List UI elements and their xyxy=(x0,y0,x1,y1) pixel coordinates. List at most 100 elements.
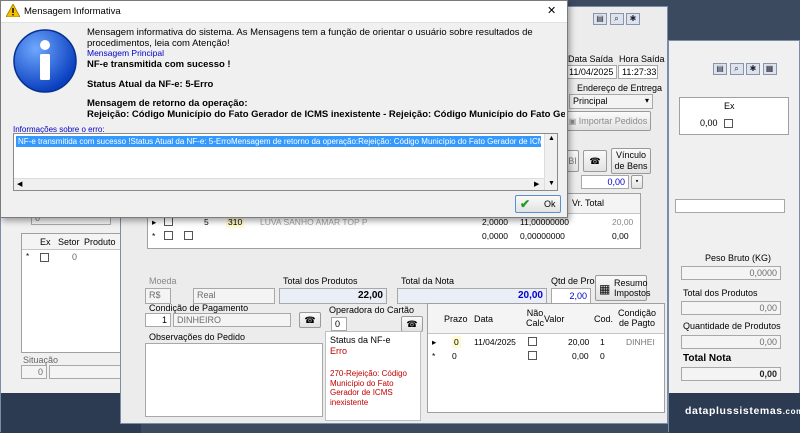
tools-icon[interactable]: ✱ xyxy=(746,63,761,75)
import-icon: ▣ xyxy=(568,117,577,126)
error-info-box[interactable]: NF-e transmitida com sucesso !Status Atu… xyxy=(13,133,558,191)
qtd-prod-label: Qtd de Prod xyxy=(551,276,600,286)
vinculo-bens-button[interactable]: Vínculo de Bens xyxy=(611,148,651,174)
return-text: Rejeição: Código Município do Fato Gerad… xyxy=(87,109,565,120)
quantidade-produtos-label: Quantidade de Produtos xyxy=(683,321,781,331)
brand-suffix: .com xyxy=(782,407,800,416)
scroll-left-icon[interactable]: ◀ xyxy=(17,180,22,188)
search-icon[interactable]: ⌕ xyxy=(729,63,744,75)
parcela-data: 11/04/2025 xyxy=(474,337,516,347)
scroll-right-icon[interactable]: ▶ xyxy=(534,180,539,188)
row-marker-icon: * xyxy=(26,252,30,261)
brand-watermark: dataplussistemas.com xyxy=(685,405,800,417)
parcelas-grid: Prazo Data Não Calc Valor Cod. Condição … xyxy=(427,303,665,413)
status-nfe-panel: Status da NF-e Erro 270-Rejeição: Código… xyxy=(325,331,421,421)
cond-pag-name-field[interactable]: DINHEIRO xyxy=(173,313,291,327)
operadora-field[interactable]: 0 xyxy=(331,317,347,331)
operadora-phone-icon: ☎ xyxy=(406,319,418,329)
right-background-window: ▤ ⌕ ✱ ▦ Ex 0,00 Peso Bruto (KG) 0,0000 T… xyxy=(668,40,800,433)
parcelas-header: Prazo Data Não Calc Valor Cod. Condição … xyxy=(428,304,664,334)
parcela-prazo: 0 xyxy=(452,351,457,361)
right-total-nota-field[interactable]: 0,00 xyxy=(681,367,781,381)
total-produtos-label: Total dos Produtos xyxy=(283,276,358,286)
item-row[interactable]: * 0,0000 0,00000000 0,00 xyxy=(148,230,640,242)
item-checkbox[interactable] xyxy=(164,231,173,240)
importar-pedidos-button[interactable]: ▣ Importar Pedidos xyxy=(565,111,651,131)
phone-icon: ☎ xyxy=(304,315,316,325)
right-header-ex: Ex xyxy=(724,101,735,111)
item-total: 0,00 xyxy=(612,231,629,241)
parcela-nao-calc-checkbox[interactable] xyxy=(528,337,537,346)
link-button[interactable]: ☎ xyxy=(583,150,607,172)
right-row-checkbox[interactable] xyxy=(724,119,733,128)
peso-bruto-field[interactable]: 0,0000 xyxy=(681,266,781,280)
hora-saida-field[interactable]: 11:27:33 xyxy=(618,65,658,79)
obs-textarea[interactable] xyxy=(145,343,323,417)
error-info-scrollbar[interactable]: ▲ ▼ xyxy=(544,134,557,190)
item-checkbox[interactable] xyxy=(164,217,173,226)
order-print-icon[interactable]: ▤ xyxy=(593,13,607,25)
filter-field[interactable]: 0,00 xyxy=(581,175,629,189)
data-saida-label: Data Saída xyxy=(568,54,614,64)
left-header-setor: Setor xyxy=(58,237,80,247)
right-blank-field[interactable] xyxy=(675,199,785,213)
nao-calc-header: Não Calc xyxy=(525,308,544,328)
parcela-row[interactable]: * 0 0,00 0 xyxy=(428,350,664,362)
checkmark-icon: ✔ xyxy=(520,197,531,211)
data-saida-field[interactable]: 11/04/2025 xyxy=(565,65,617,79)
operadora-label: Operadora do Cartão xyxy=(329,305,415,315)
dialog-titlebar: Mensagem Informativa ✕ xyxy=(1,1,567,23)
parcela-prazo: 0 xyxy=(452,336,461,348)
cond-pag-code-field[interactable]: 1 xyxy=(145,313,171,327)
document-icon[interactable]: ▦ xyxy=(762,63,777,75)
endereco-label: Endereço de Entrega xyxy=(577,83,663,93)
parcela-cod: 1 xyxy=(600,337,605,347)
prazo-header: Prazo xyxy=(444,314,468,324)
order-tools-icon[interactable]: ✱ xyxy=(626,13,641,25)
qtd-prod-field: 2,00 xyxy=(551,288,591,304)
parcela-nao-calc-checkbox[interactable] xyxy=(528,351,537,360)
quantidade-produtos-field[interactable]: 0,00 xyxy=(681,335,781,349)
ok-button[interactable]: ✔ Ok xyxy=(515,195,561,213)
scroll-down-icon[interactable]: ▼ xyxy=(548,180,555,187)
status-nfe-message: 270-Rejeição: Código Município do Fato G… xyxy=(330,369,407,407)
right-total-produtos-field[interactable]: 0,00 xyxy=(681,301,781,315)
clear-filter-button[interactable]: ▪ xyxy=(631,175,643,189)
left-header-ex: Ex xyxy=(40,237,51,247)
situacao-label: Situação xyxy=(23,355,59,365)
order-search-icon[interactable]: ⌕ xyxy=(609,13,624,25)
print-icon[interactable]: ▤ xyxy=(713,63,727,75)
item-total: 20,00 xyxy=(612,217,634,227)
total-nota-field: 20,00 xyxy=(397,288,547,304)
close-icon[interactable]: ✕ xyxy=(547,4,556,17)
parcela-cod: 0 xyxy=(600,351,605,361)
item-qty: 0,0000 xyxy=(482,231,508,241)
dialog-intro: Mensagem informativa do sistema. As Mens… xyxy=(87,27,533,49)
cond-pag-label: Condição de Pagamento xyxy=(149,303,249,313)
left-header-produto: Produto xyxy=(84,237,116,247)
cond-pag-lookup-button[interactable]: ☎ xyxy=(299,312,321,328)
scroll-up-icon[interactable]: ▲ xyxy=(548,135,555,142)
error-info-hscrollbar[interactable]: ◀ ▶ xyxy=(14,178,544,190)
right-total-nota-label: Total Nota xyxy=(683,353,732,364)
importar-pedidos-label: Importar Pedidos xyxy=(578,116,648,126)
moeda-label: Moeda xyxy=(149,276,177,286)
parcela-row[interactable]: ▸ 0 11/04/2025 20,00 1 DINHEI xyxy=(428,336,664,348)
resumo-impostos-button[interactable]: ▦ Resumo Impostos xyxy=(595,275,651,301)
item-price: 0,00000000 xyxy=(520,231,565,241)
message-dialog: Mensagem Informativa ✕ Mensagem informat… xyxy=(0,0,568,218)
vr-total-header: Vr. Total xyxy=(572,198,605,208)
error-info-text: NF-e transmitida com sucesso !Status Atu… xyxy=(16,136,541,147)
main-message: NF-e transmitida com sucesso ! xyxy=(87,59,231,70)
right-row-value: 0,00 xyxy=(700,118,718,128)
endereco-select[interactable]: Principal ▾ xyxy=(569,94,653,109)
parcela-cond: DINHEI xyxy=(626,337,655,347)
moeda-symbol-field[interactable]: R$ xyxy=(145,288,171,304)
right-toolbar: ▤ ⌕ ✱ ▦ xyxy=(713,63,777,75)
item-checkbox-2[interactable] xyxy=(184,231,193,240)
right-total-produtos-label: Total dos Produtos xyxy=(683,288,758,298)
left-row-checkbox[interactable] xyxy=(40,253,49,262)
operadora-lookup-button[interactable]: ☎ xyxy=(401,316,423,332)
situacao-field[interactable]: 0 xyxy=(21,365,47,379)
moeda-name-field[interactable]: Real xyxy=(193,288,275,304)
